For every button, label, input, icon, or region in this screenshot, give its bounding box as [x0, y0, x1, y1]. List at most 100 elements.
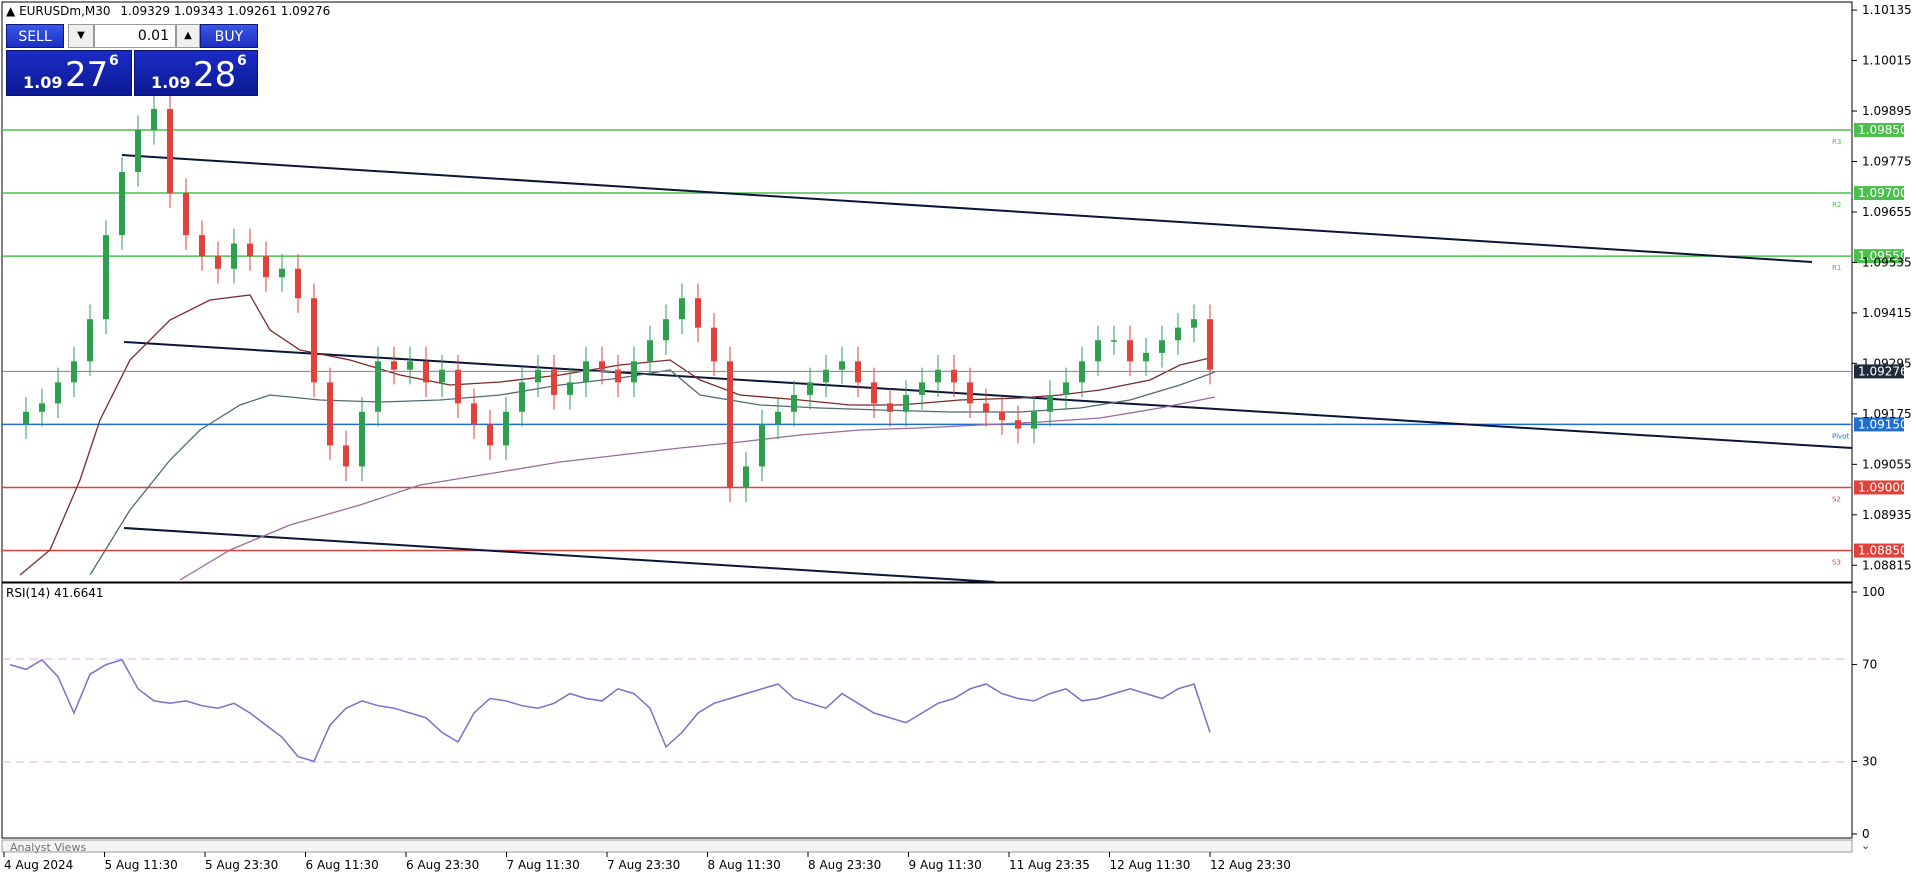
candle-body	[215, 256, 221, 269]
symbol-timeframe: EURUSDm,M30	[19, 4, 111, 18]
candle-body	[807, 382, 813, 395]
analyst-views-label: Analyst Views	[10, 841, 86, 854]
rsi-scale: 10070300	[1852, 585, 1885, 841]
main-chart-frame	[1, 1, 1853, 583]
candle-body	[279, 268, 285, 278]
price-tick-label: 1.09415	[1862, 306, 1912, 320]
price-tick-label: 1.09775	[1862, 155, 1912, 169]
candle-body	[1031, 411, 1037, 429]
price-tick-label: 1.08815	[1862, 558, 1912, 572]
candle-body	[103, 235, 109, 320]
candle-body	[679, 298, 685, 320]
chart-title-bar: ▲ EURUSDm,M30 1.09329 1.09343 1.09261 1.…	[6, 4, 330, 18]
candle-body	[1015, 420, 1021, 429]
level-price-label: 1.09700	[1858, 186, 1908, 200]
level-tag: S2	[1832, 495, 1841, 503]
price-tick-label: 1.09175	[1862, 407, 1912, 421]
candle-body	[231, 243, 237, 269]
analyst-views-strip[interactable]	[1, 839, 1853, 853]
candle-body	[663, 319, 669, 341]
candle-body	[1127, 340, 1133, 362]
candle-body	[119, 172, 125, 236]
candle-body	[647, 340, 653, 362]
time-tick-label: 7 Aug 23:30	[607, 858, 680, 872]
buy-price-prefix: 1.09	[151, 73, 191, 92]
time-tick-label: 6 Aug 23:30	[406, 858, 479, 872]
level-price-label: 1.09000	[1858, 480, 1908, 494]
level-tag: Pivot	[1832, 432, 1849, 440]
time-tick-label: 12 Aug 11:30	[1110, 858, 1191, 872]
price-tick-label: 1.09055	[1862, 457, 1912, 471]
time-tick-label: 12 Aug 23:30	[1210, 858, 1291, 872]
candle-body	[39, 403, 45, 412]
lot-decrease-button[interactable]: ▼	[68, 24, 94, 48]
candle-body	[487, 424, 493, 446]
chart-canvas[interactable]: Analyst Views 1.09850R31.09700R21.09550R…	[0, 0, 1916, 874]
candle-body	[263, 256, 269, 278]
candle-body	[567, 382, 573, 395]
lot-size-input[interactable]: 0.01	[94, 24, 176, 48]
candle-body	[151, 108, 157, 130]
sell-button[interactable]: SELL	[6, 24, 64, 48]
candle-body	[359, 411, 365, 467]
time-tick-label: 5 Aug 11:30	[105, 858, 178, 872]
level-tag: R1	[1832, 264, 1841, 272]
candle-body	[343, 445, 349, 467]
time-axis: 4 Aug 2024 5 Aug 11:30 5 Aug 23:30 6 Aug 11…	[3, 852, 1291, 872]
candle-body	[1207, 319, 1213, 370]
price-tick-label: 1.08935	[1862, 508, 1912, 522]
time-tick-label: 9 Aug 11:30	[909, 858, 982, 872]
candle-body	[711, 327, 717, 362]
buy-button[interactable]: BUY	[200, 24, 258, 48]
candle-body	[727, 361, 733, 488]
level-tag: R3	[1832, 138, 1841, 146]
candle-body	[503, 411, 509, 446]
price-tick-label: 1.09895	[1862, 104, 1912, 118]
candle-body	[903, 394, 909, 412]
time-tick-label: 6 Aug 11:30	[306, 858, 379, 872]
candle-body	[967, 382, 973, 404]
candle-body	[599, 361, 605, 370]
candle-body	[1175, 327, 1181, 341]
candle-body	[871, 382, 877, 404]
rsi-label: RSI(14) 41.6641	[6, 586, 104, 600]
level-tag: R2	[1832, 201, 1841, 209]
current-price-label: 1.09276	[1858, 364, 1908, 378]
candle-body	[1191, 319, 1197, 328]
candle-body	[455, 369, 461, 404]
scroll-down-icon[interactable]: ⌄	[1861, 839, 1870, 852]
buy-price-quote[interactable]: 1.09 28 6	[134, 50, 258, 96]
chevron-up-icon: ▲	[184, 30, 192, 41]
sell-price-fraction: 6	[109, 53, 119, 69]
chevron-down-icon: ▼	[77, 30, 85, 41]
candle-body	[887, 403, 893, 412]
triangle-up-icon: ▲	[6, 4, 16, 18]
candle-body	[1111, 340, 1117, 342]
price-tick-label: 1.10015	[1862, 54, 1912, 68]
candle-body	[87, 319, 93, 362]
candle-body	[1159, 340, 1165, 353]
candle-body	[983, 403, 989, 412]
candle-body	[183, 193, 189, 236]
candle-body	[327, 382, 333, 446]
one-click-trading-panel: SELL ▼ 0.01 ▲ BUY 1.09 27 6 1.09 28 6	[6, 24, 258, 96]
candle-body	[743, 466, 749, 488]
buy-price-fraction: 6	[237, 53, 247, 69]
candle-body	[311, 298, 317, 383]
time-tick-label: 5 Aug 23:30	[205, 858, 278, 872]
candle-body	[759, 424, 765, 467]
candle-body	[375, 361, 381, 412]
price-tick-label: 1.09655	[1862, 205, 1912, 219]
candle-body	[1063, 382, 1069, 395]
lot-increase-button[interactable]: ▲	[176, 24, 200, 48]
candle-body	[791, 394, 797, 412]
price-tick-label: 1.09535	[1862, 255, 1912, 269]
candle-body	[295, 268, 301, 299]
candle-body	[167, 108, 173, 194]
sell-price-prefix: 1.09	[23, 73, 63, 92]
candle-body	[839, 361, 845, 370]
level-tag: S3	[1832, 559, 1841, 567]
level-price-label: 1.08850	[1858, 544, 1908, 558]
sell-price-quote[interactable]: 1.09 27 6	[6, 50, 132, 96]
candle-body	[199, 235, 205, 257]
